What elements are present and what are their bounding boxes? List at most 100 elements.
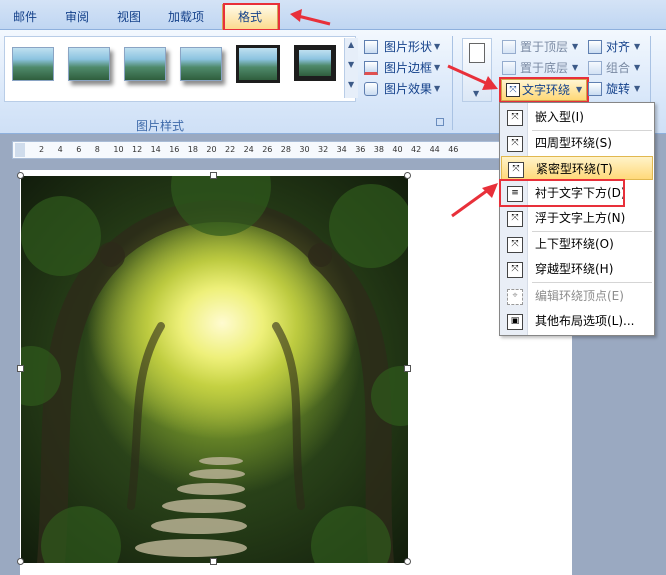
ruler-tick-label: 34 — [336, 145, 347, 154]
picture-shape-icon — [364, 40, 378, 54]
gallery-scrollbar[interactable]: ▲ ▼ ▼ — [344, 38, 358, 98]
ruler-tick-label: 42 — [411, 145, 422, 154]
bring-to-front-label: 置于顶层 — [520, 40, 569, 54]
menu-item-through[interactable]: ⤧ 穿越型环绕(H) — [501, 257, 653, 281]
menu-item-square[interactable]: ⤧ 四周型环绕(S) — [501, 131, 653, 155]
resize-handle[interactable] — [404, 365, 411, 372]
picture-effects-label: 图片效果 — [384, 82, 433, 96]
ruler-tick-label: 36 — [355, 145, 366, 154]
ruler-tick-label: 14 — [150, 145, 161, 154]
chevron-down-icon: ▼ — [434, 63, 441, 72]
chevron-down-icon: ▼ — [572, 63, 579, 72]
style-thumb-shadow[interactable] — [68, 47, 110, 81]
ruler-tick-label: 16 — [169, 145, 180, 154]
chevron-down-icon: ▼ — [634, 63, 641, 72]
ruler-tick-label: 28 — [280, 145, 291, 154]
menu-separator — [532, 282, 652, 283]
group-label: 组合 — [606, 61, 631, 75]
scroll-up-icon[interactable]: ▲ — [348, 40, 354, 49]
ruler-tick-label: 20 — [206, 145, 217, 154]
menu-item-label: 浮于文字上方(N) — [535, 211, 626, 225]
ruler-tick-label: 6 — [76, 145, 82, 154]
chevron-down-icon: ▼ — [634, 42, 641, 51]
menu-item-tight[interactable]: ⤧ 紧密型环绕(T) — [501, 156, 653, 180]
ruler-tick-label: 24 — [243, 145, 254, 154]
align-label: 对齐 — [606, 40, 631, 54]
wrap-tight-icon: ⤧ — [508, 162, 524, 178]
picture-border-icon — [364, 61, 378, 75]
menu-item-edit-wrap-points[interactable]: ⌖ 编辑环绕顶点(E) — [501, 284, 653, 308]
picture-effects-icon — [364, 82, 378, 96]
style-thumb-reflected[interactable] — [124, 47, 166, 81]
annotation-arrow-icon — [447, 64, 498, 90]
ruler-tick-label: 12 — [132, 145, 143, 154]
wrap-in-front-icon: ⤧ — [507, 211, 523, 227]
position-icon — [469, 43, 485, 63]
tab-mail[interactable]: 邮件 — [8, 8, 42, 28]
wrap-inline-icon: ⤧ — [507, 110, 523, 126]
ruler-tick-label: 32 — [318, 145, 329, 154]
tab-view[interactable]: 视图 — [112, 8, 146, 28]
menu-item-label: 嵌入型(I) — [535, 110, 584, 124]
edit-wrap-points-icon: ⌖ — [507, 289, 523, 305]
ruler-tick-label: 4 — [57, 145, 63, 154]
text-wrapping-highlight-box — [499, 77, 589, 103]
ruler-tick-label: 26 — [262, 145, 273, 154]
style-thumb-simple[interactable] — [12, 47, 54, 81]
menu-item-top-bottom[interactable]: ⤧ 上下型环绕(O) — [501, 232, 653, 256]
chevron-down-icon: ▼ — [434, 84, 441, 93]
resize-handle[interactable] — [404, 172, 411, 179]
style-thumb-soft-edge[interactable] — [180, 47, 222, 81]
dialog-launcher-icon[interactable] — [436, 118, 444, 126]
layout-options-icon: ▣ — [507, 314, 523, 330]
ruler-tick-label: 2 — [39, 145, 45, 154]
group-icon — [588, 61, 602, 75]
resize-handle[interactable] — [17, 365, 24, 372]
menu-item-label: 编辑环绕顶点(E) — [535, 289, 624, 303]
resize-handle[interactable] — [210, 558, 217, 565]
chevron-down-icon: ▼ — [434, 42, 441, 51]
ruler-tick-label: 18 — [187, 145, 198, 154]
indent-marker-icon[interactable] — [15, 143, 25, 157]
behind-text-highlight-box — [499, 179, 625, 207]
menu-item-label: 其他布局选项(L)... — [535, 314, 635, 328]
tab-review[interactable]: 审阅 — [60, 8, 94, 28]
wrap-top-bottom-icon: ⤧ — [507, 237, 523, 253]
wrap-through-icon: ⤧ — [507, 262, 523, 278]
ruler-tick-label: 22 — [225, 145, 236, 154]
ruler-tick-label: 46 — [448, 145, 459, 154]
style-thumb-thick-frame[interactable] — [293, 44, 337, 82]
text-wrapping-menu: ⤧ 嵌入型(I) ⤧ 四周型环绕(S) ⤧ 紧密型环绕(T) ≡ 衬于文字下方(… — [499, 102, 655, 336]
rotate-label: 旋转 — [606, 82, 631, 96]
chevron-down-icon: ▼ — [634, 84, 641, 93]
resize-handle[interactable] — [210, 172, 217, 179]
ruler-tick-label: 40 — [392, 145, 403, 154]
style-thumb-black-frame[interactable] — [235, 44, 281, 84]
menu-item-inline[interactable]: ⤧ 嵌入型(I) — [501, 105, 653, 129]
menu-item-label: 紧密型环绕(T) — [536, 162, 613, 176]
ruler-tick-label: 8 — [94, 145, 100, 154]
gallery-more-icon[interactable]: ▼ — [348, 80, 354, 89]
bring-to-front-icon — [502, 40, 516, 54]
resize-handle[interactable] — [404, 558, 411, 565]
picture-shape-label: 图片形状 — [384, 40, 433, 54]
menu-item-more-layout-options[interactable]: ▣ 其他布局选项(L)... — [501, 309, 653, 333]
ruler-tick-label: 38 — [373, 145, 384, 154]
format-tab-highlight-box — [223, 3, 280, 31]
resize-handle[interactable] — [17, 172, 24, 179]
menu-item-label: 穿越型环绕(H) — [535, 262, 614, 276]
tab-addins[interactable]: 加载项 — [162, 8, 210, 28]
send-to-back-label: 置于底层 — [520, 61, 569, 75]
chevron-down-icon: ▼ — [572, 42, 579, 51]
ruler-tick-label: 44 — [429, 145, 440, 154]
forest-illustration — [21, 176, 408, 563]
ribbon-tab-bar: 邮件 审阅 视图 加载项 格式 — [0, 0, 666, 31]
menu-item-in-front-of-text[interactable]: ⤧ 浮于文字上方(N) — [501, 206, 653, 230]
align-icon — [588, 40, 602, 54]
send-to-back-icon — [502, 61, 516, 75]
scroll-down-icon[interactable]: ▼ — [348, 60, 354, 69]
menu-item-label: 四周型环绕(S) — [535, 136, 612, 150]
resize-handle[interactable] — [17, 558, 24, 565]
forest-picture[interactable] — [21, 176, 408, 563]
annotation-arrow-icon — [451, 183, 498, 218]
